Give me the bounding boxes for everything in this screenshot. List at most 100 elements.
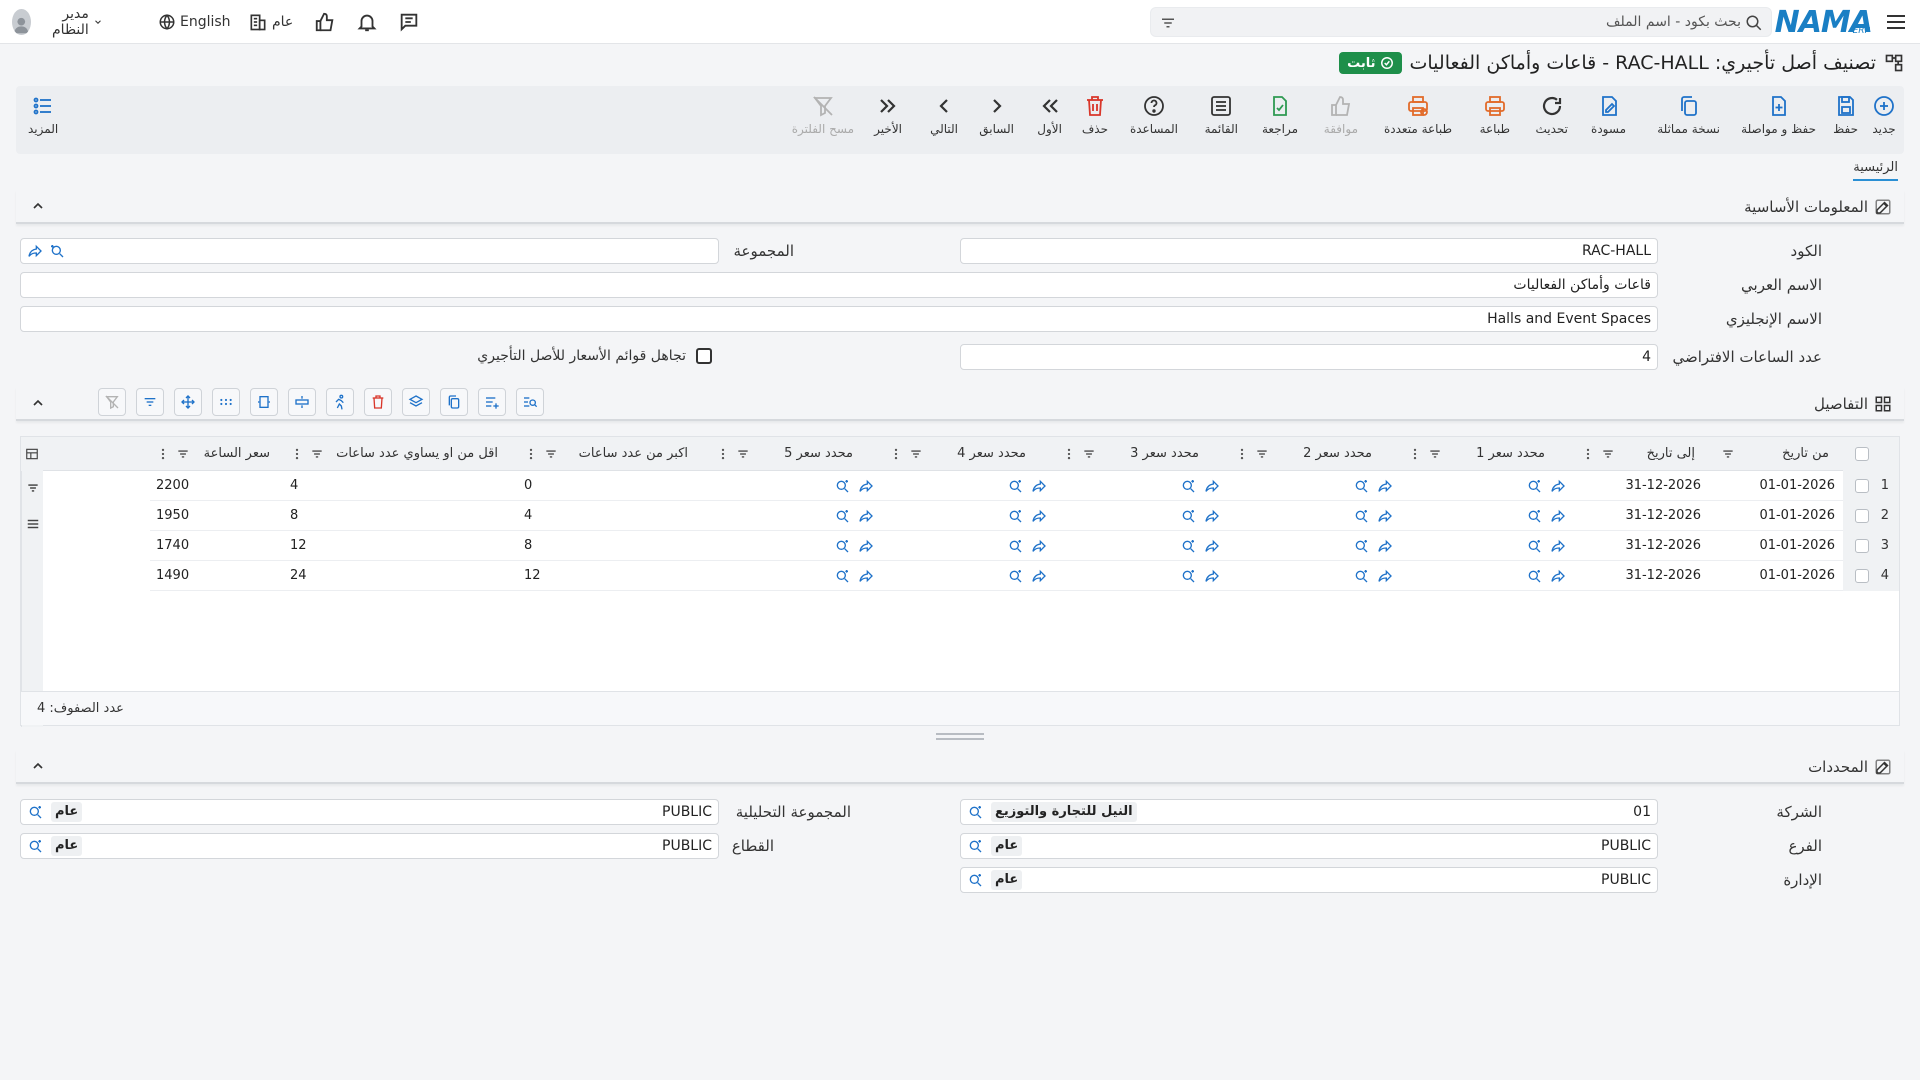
col-price-dim-1[interactable]: محدد سعر 1	[1402, 437, 1575, 471]
grid-delete-button[interactable]	[364, 388, 392, 416]
search-plus-icon[interactable]	[1526, 538, 1542, 554]
tree-icon[interactable]	[1884, 53, 1904, 73]
share-icon[interactable]	[1031, 508, 1047, 524]
filter-icon[interactable]	[544, 447, 558, 461]
save-continue-button[interactable]: حفظ و مواصلة	[1741, 94, 1816, 148]
english-name-field[interactable]: Halls and Event Spaces	[20, 306, 1658, 332]
filter-icon[interactable]	[1082, 447, 1096, 461]
column-menu-icon[interactable]	[290, 447, 304, 461]
grid-apps-button[interactable]	[212, 388, 240, 416]
share-icon[interactable]	[1377, 508, 1393, 524]
cell-price-dim-2[interactable]	[1229, 531, 1402, 561]
cell-price-dim-3[interactable]	[1056, 501, 1229, 531]
cell-hour-price[interactable]: 2200	[156, 471, 284, 501]
share-icon[interactable]	[27, 243, 43, 259]
app-logo[interactable]: NAMA ERP	[1775, 4, 1873, 40]
cell-gt-hours[interactable]: 4	[524, 501, 710, 531]
search-plus-icon[interactable]	[834, 478, 850, 494]
search-icon[interactable]	[27, 804, 43, 820]
filter-icon[interactable]	[176, 447, 190, 461]
share-icon[interactable]	[1031, 478, 1047, 494]
cell-price-dim-5[interactable]	[710, 531, 883, 561]
chevron-up-icon[interactable]	[30, 758, 46, 774]
search-plus-icon[interactable]	[1353, 538, 1369, 554]
search-plus-icon[interactable]	[834, 508, 850, 524]
share-icon[interactable]	[1377, 478, 1393, 494]
search-plus-icon[interactable]	[1353, 508, 1369, 524]
column-menu-icon[interactable]	[1581, 447, 1595, 461]
column-menu-icon[interactable]	[1235, 447, 1249, 461]
chevron-up-icon[interactable]	[30, 198, 46, 214]
search-plus-icon[interactable]	[1007, 478, 1023, 494]
grid-add-row-button[interactable]	[478, 388, 506, 416]
cell-gt-hours[interactable]: 8	[524, 531, 710, 561]
search-plus-icon[interactable]	[1526, 478, 1542, 494]
search-plus-icon[interactable]	[1353, 568, 1369, 584]
share-icon[interactable]	[1031, 538, 1047, 554]
cell-to-date[interactable]: 31-12-2026	[1625, 561, 1701, 591]
filter-icon[interactable]	[1721, 447, 1735, 461]
cell-lte-hours[interactable]: 12	[290, 531, 518, 561]
cell-price-dim-1[interactable]	[1402, 531, 1575, 561]
search-plus-icon[interactable]	[1007, 508, 1023, 524]
new-button[interactable]: جديد	[1872, 94, 1896, 148]
menu-icon[interactable]	[1884, 10, 1908, 34]
col-to-date[interactable]: إلى تاريخ	[1575, 437, 1709, 471]
cell-price-dim-1[interactable]	[1402, 501, 1575, 531]
search-plus-icon[interactable]	[1526, 508, 1542, 524]
share-icon[interactable]	[1031, 568, 1047, 584]
cell-from-date[interactable]: 01-01-2026	[1759, 501, 1835, 531]
bell-icon[interactable]	[356, 10, 378, 34]
next-button[interactable]: التالي	[930, 94, 958, 148]
dimensions-header[interactable]: المحددات	[16, 750, 1904, 784]
share-icon[interactable]	[1204, 538, 1220, 554]
cell-price-dim-1[interactable]	[1402, 561, 1575, 591]
multi-print-button[interactable]: طباعة متعددة	[1384, 94, 1452, 148]
row-checkbox[interactable]	[1855, 569, 1869, 583]
column-menu-icon[interactable]	[1062, 447, 1076, 461]
grid-fit-button[interactable]	[250, 388, 278, 416]
row-checkbox[interactable]	[1855, 539, 1869, 553]
branch-field[interactable]: PUBLIC عام	[960, 833, 1658, 859]
search-plus-icon[interactable]	[1180, 478, 1196, 494]
columns-panel-icon[interactable]	[26, 517, 40, 531]
cell-gt-hours[interactable]: 0	[524, 471, 710, 501]
grid-run-button[interactable]	[326, 388, 354, 416]
share-icon[interactable]	[858, 538, 874, 554]
save-button[interactable]: حفظ	[1833, 94, 1858, 148]
column-menu-icon[interactable]	[889, 447, 903, 461]
cell-price-dim-3[interactable]	[1056, 471, 1229, 501]
basic-info-header[interactable]: المعلومات الأساسية	[16, 190, 1904, 224]
search-plus-icon[interactable]	[1353, 478, 1369, 494]
sector-field[interactable]: PUBLIC عام	[20, 833, 719, 859]
column-menu-icon[interactable]	[524, 447, 538, 461]
cell-price-dim-4[interactable]	[883, 561, 1056, 591]
approve-button[interactable]: موافقة	[1324, 94, 1358, 148]
search-icon[interactable]	[967, 804, 983, 820]
thumbs-up-icon[interactable]	[314, 10, 336, 34]
col-from-date[interactable]: من تاريخ	[1709, 437, 1843, 471]
review-button[interactable]: مراجعة	[1262, 94, 1298, 148]
previous-button[interactable]: السابق	[979, 94, 1014, 148]
table-settings-icon[interactable]	[25, 447, 39, 461]
grid-insert-row-button[interactable]	[288, 388, 316, 416]
share-icon[interactable]	[1550, 508, 1566, 524]
cell-price-dim-4[interactable]	[883, 471, 1056, 501]
column-menu-icon[interactable]	[156, 447, 170, 461]
table-row[interactable]: 2 01-01-2026 31-12-2026 4 8 1950	[150, 501, 1899, 531]
cell-from-date[interactable]: 01-01-2026	[1759, 471, 1835, 501]
grid-search-button[interactable]	[516, 388, 544, 416]
filter-icon[interactable]	[1601, 447, 1615, 461]
company-field[interactable]: 01 النيل للتجارة والتوزيع	[960, 799, 1658, 825]
search-icon[interactable]	[967, 872, 983, 888]
search-plus-icon[interactable]	[49, 243, 65, 259]
share-icon[interactable]	[1550, 538, 1566, 554]
grid-filter-button[interactable]	[136, 388, 164, 416]
share-icon[interactable]	[1204, 568, 1220, 584]
row-checkbox[interactable]	[1855, 479, 1869, 493]
search-plus-icon[interactable]	[834, 538, 850, 554]
cell-to-date[interactable]: 31-12-2026	[1625, 531, 1701, 561]
cell-to-date[interactable]: 31-12-2026	[1625, 501, 1701, 531]
share-icon[interactable]	[858, 478, 874, 494]
cell-price-dim-3[interactable]	[1056, 531, 1229, 561]
